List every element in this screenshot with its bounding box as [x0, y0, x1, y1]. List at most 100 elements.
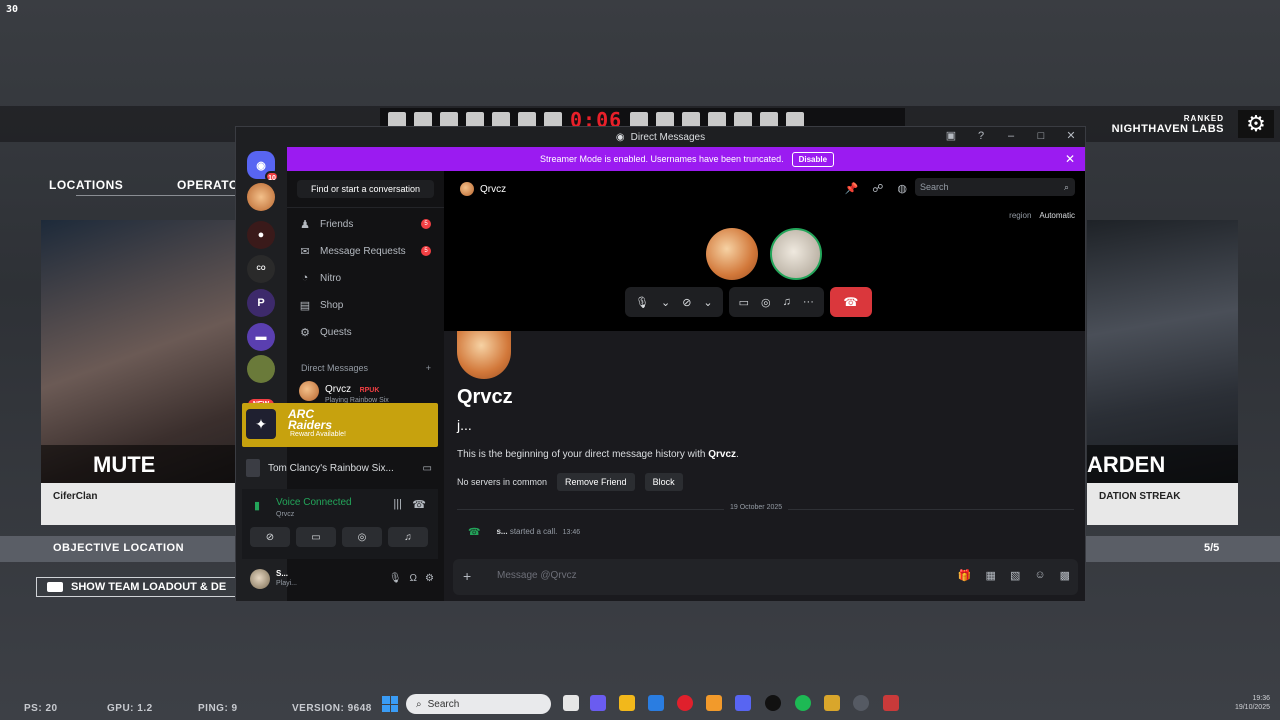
sidebar-item-friends[interactable]: ♟ Friends 5: [299, 213, 439, 235]
avatar[interactable]: [250, 569, 270, 589]
region-selector[interactable]: region Automatic: [1009, 211, 1075, 220]
dm-tag: RPUK: [359, 386, 380, 394]
spotify-icon[interactable]: [795, 695, 811, 711]
store-icon[interactable]: [648, 695, 664, 711]
direct-messages-home-icon[interactable]: ◉ 10: [247, 151, 279, 182]
screen-share-icon[interactable]: ▭: [739, 296, 749, 309]
close-icon[interactable]: ✕: [1065, 152, 1075, 166]
gif-icon[interactable]: ▦: [986, 569, 996, 582]
task-view-icon[interactable]: [563, 695, 579, 711]
sidebar-item-nitro[interactable]: ◔ Nitro: [299, 267, 439, 289]
divider: [287, 207, 444, 208]
settings-gear-icon[interactable]: ⚙: [425, 573, 434, 584]
audio-video-group: 🎙 ⌄ ⊘ ⌄: [625, 287, 723, 317]
find-conversation-button[interactable]: Find or start a conversation: [297, 180, 434, 198]
sidebar-item-label: Shop: [320, 299, 344, 311]
discord-icon[interactable]: [735, 695, 751, 711]
obs-icon[interactable]: [765, 695, 781, 711]
add-friend-icon[interactable]: ☍: [872, 182, 883, 195]
more-icon[interactable]: ···: [803, 296, 814, 308]
sidebar-item-shop[interactable]: ▤ Shop: [299, 294, 439, 316]
call-participant-avatar[interactable]: [706, 228, 758, 280]
disable-button[interactable]: Disable: [791, 151, 835, 167]
screen-share-button[interactable]: ▭: [296, 527, 336, 547]
intro-suffix: .: [736, 449, 739, 460]
plus-icon[interactable]: +: [426, 363, 431, 373]
maximize-button[interactable]: □: [1031, 130, 1051, 142]
soundboard-icon[interactable]: ♫: [783, 296, 791, 308]
gift-icon[interactable]: 🎁: [958, 569, 972, 582]
microphone-icon[interactable]: 🎙: [635, 296, 649, 309]
chat-subtitle: j...: [457, 417, 472, 433]
copilot-icon[interactable]: [590, 695, 606, 711]
disconnect-icon[interactable]: ☎: [412, 498, 426, 511]
search-input[interactable]: Search ⌕: [915, 178, 1075, 196]
search-placeholder: Search: [920, 182, 949, 192]
steam-icon[interactable]: [853, 695, 869, 711]
sidebar-item-label: Quests: [320, 326, 352, 338]
activity-button[interactable]: ◎: [342, 527, 382, 547]
quest-reward-card[interactable]: ✦ ARC Raiders Reward Available!: [242, 403, 438, 447]
headphones-icon[interactable]: Ω: [410, 573, 417, 584]
game-icon: [246, 459, 260, 477]
call-area: Qrvcz 📌 ☍ ◍ Search ⌕ region Automatic 🎙 …: [444, 171, 1085, 331]
minimize-button[interactable]: –: [1001, 130, 1021, 142]
block-button[interactable]: Block: [644, 473, 683, 491]
pin-icon[interactable]: 📌: [845, 182, 859, 195]
objective-label: OBJECTIVE LOCATION: [53, 542, 185, 554]
system-tray-clock[interactable]: 19:36 19/10/2025: [1235, 694, 1270, 712]
voice-panel: ▮ Voice Connected Qrvcz ||| ☎ ⊘ ▭ ◎ ♫: [242, 489, 438, 559]
emoji-icon[interactable]: ☺: [1034, 569, 1045, 582]
gear-icon[interactable]: ⚙: [1238, 110, 1274, 138]
sidebar-item-label: Friends: [320, 218, 354, 230]
message-composer[interactable]: + Message @Qrvcz 🎁 ▦ ▧ ☺ ▩: [453, 559, 1078, 595]
soundboard-button[interactable]: ♫: [388, 527, 428, 547]
hang-up-button[interactable]: ☎: [829, 287, 872, 317]
inbox-icon[interactable]: ▣: [941, 129, 961, 142]
windows-start-icon[interactable]: [382, 696, 398, 712]
activity-icon[interactable]: ◎: [761, 296, 771, 309]
opera-icon[interactable]: [677, 695, 693, 711]
close-button[interactable]: ✕: [1061, 129, 1081, 142]
app-icon[interactable]: [883, 695, 899, 711]
tab-locations[interactable]: LOCATIONS: [49, 178, 123, 192]
app-icon[interactable]: [706, 695, 722, 711]
server-coaching-icon[interactable]: CO: [247, 255, 275, 283]
sidebar-item-label: Message Requests: [320, 245, 406, 257]
chevron-down-icon[interactable]: ⌄: [703, 296, 712, 309]
chat-title: Qrvcz: [457, 386, 513, 408]
dm-list-item[interactable]: Qrvcz RPUK Playing Rainbow Six: [299, 379, 439, 404]
dm-avatar-icon[interactable]: [247, 183, 275, 211]
remove-friend-button[interactable]: Remove Friend: [557, 473, 635, 491]
profile-icon[interactable]: ◍: [897, 182, 907, 195]
sidebar-item-quests[interactable]: ⚙ Quests: [299, 321, 439, 343]
game-activity[interactable]: Tom Clancy's Rainbow Six... ▭: [246, 457, 436, 479]
operator-streak: DATION STREAK: [1087, 483, 1238, 525]
discord-window: ◉ Direct Messages ▣ ? – □ ✕ ◉ 10 ● CO P ▬…: [235, 126, 1086, 602]
server-icon[interactable]: [247, 355, 275, 383]
sticker-icon[interactable]: ▧: [1010, 569, 1020, 582]
camera-off-button[interactable]: ⊘: [250, 527, 290, 547]
taskbar-search[interactable]: ⌕ Search: [406, 694, 551, 714]
apps-icon[interactable]: ▩: [1060, 569, 1070, 582]
attach-plus-icon[interactable]: +: [463, 568, 471, 584]
camera-off-icon[interactable]: ⊘: [682, 296, 691, 309]
search-icon: ⌕: [416, 698, 422, 710]
microphone-icon[interactable]: 🎙: [389, 573, 402, 584]
file-explorer-icon[interactable]: [619, 695, 635, 711]
app-icon[interactable]: [824, 695, 840, 711]
streamer-mode-banner: Streamer Mode is enabled. Usernames have…: [287, 147, 1085, 171]
server-icon[interactable]: ▬: [247, 323, 275, 351]
show-loadout-button[interactable]: SHOW TEAM LOADOUT & DE: [36, 577, 236, 597]
system-text: started a call.: [509, 527, 558, 536]
noise-suppression-icon[interactable]: |||: [393, 498, 402, 510]
server-p-icon[interactable]: P: [247, 289, 275, 317]
chevron-down-icon[interactable]: ⌄: [661, 296, 670, 309]
server-icon[interactable]: ●: [247, 221, 275, 249]
taskbar: [0, 690, 1280, 720]
quest-logo-icon: ✦: [246, 409, 276, 439]
sidebar-item-message-requests[interactable]: ✉ Message Requests 5: [299, 240, 439, 262]
help-icon[interactable]: ?: [971, 130, 991, 142]
screen-share-icon[interactable]: ▭: [423, 463, 432, 474]
call-participant-avatar[interactable]: [770, 228, 822, 280]
